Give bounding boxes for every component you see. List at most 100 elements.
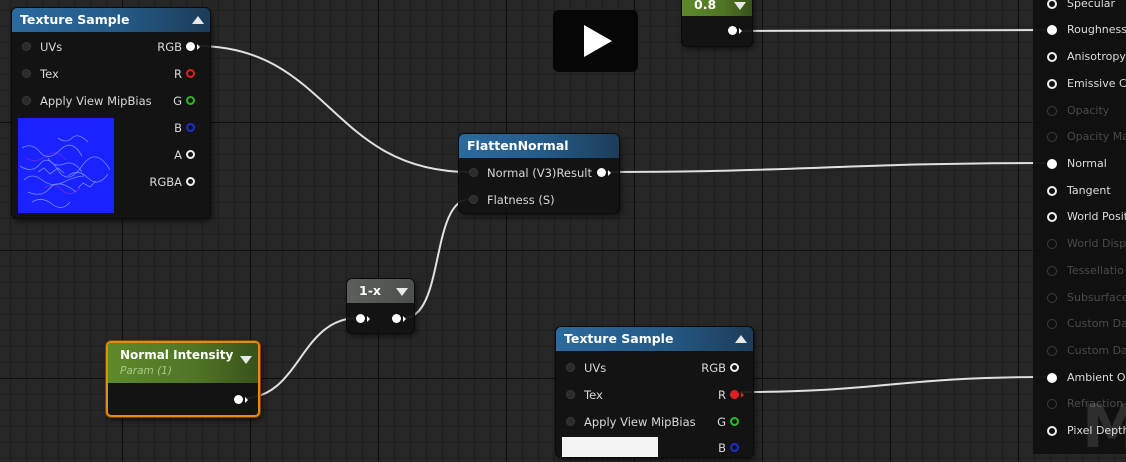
output-label-rgba: RGBA <box>149 175 182 189</box>
pin-arrow-icon <box>367 316 370 322</box>
constant-header[interactable]: 0.8 <box>682 0 752 16</box>
pin-icon <box>1047 132 1057 142</box>
input-pin-flatness[interactable] <box>469 195 478 204</box>
watermark-logo: M <box>1082 392 1126 462</box>
output-pin-b[interactable] <box>186 123 195 132</box>
output-label-b: B <box>718 441 726 455</box>
output-pin-r[interactable] <box>730 390 739 399</box>
output-label-g: G <box>717 415 726 429</box>
wire-const-to-roughness <box>739 29 1047 32</box>
node-title: 1-x <box>359 283 381 298</box>
pin-icon[interactable] <box>1047 25 1057 35</box>
node-subtitle: Param (1) <box>120 365 172 377</box>
node-title: Normal Intensity <box>120 348 234 362</box>
output-pin-rgb[interactable] <box>730 363 739 372</box>
pin-arrow-icon <box>245 397 248 403</box>
output-pin-g[interactable] <box>186 96 195 105</box>
pin-icon <box>1047 266 1057 276</box>
input-pin-normal[interactable] <box>469 168 478 177</box>
input-label-normal: Normal (V3) <box>487 166 557 180</box>
input-pin-one-minus[interactable] <box>356 314 365 323</box>
wire-result-to-normal <box>605 162 1047 173</box>
output-pin-result[interactable] <box>597 168 606 177</box>
input-label-tex: Tex <box>40 67 59 81</box>
pin-icon[interactable] <box>1047 52 1057 62</box>
input-pin-mipbias[interactable] <box>22 96 31 105</box>
input-label-mipbias: Apply View MipBias <box>584 415 696 429</box>
texture-sample-header[interactable]: Texture Sample <box>12 8 210 32</box>
dropdown-arrow-icon[interactable] <box>396 288 408 296</box>
output-pin-param[interactable] <box>234 395 243 404</box>
pin-arrow-icon <box>741 392 744 398</box>
one-minus-header[interactable]: 1-x <box>347 279 414 303</box>
output-label-rgb: RGB <box>157 40 182 54</box>
pin-icon[interactable] <box>1047 426 1057 436</box>
pin-icon[interactable] <box>1047 79 1057 89</box>
video-play-button[interactable] <box>553 10 638 72</box>
normal-intensity-param-node[interactable]: Normal Intensity Param (1) <box>106 341 260 417</box>
pin-icon[interactable] <box>1047 159 1057 169</box>
wire-r-to-ao <box>739 376 1047 393</box>
output-pin-g[interactable] <box>730 417 739 426</box>
texture-thumbnail <box>562 437 658 457</box>
node-title: Texture Sample <box>20 12 130 27</box>
pin-icon[interactable] <box>1047 373 1057 383</box>
wire-rgb-to-normal <box>196 45 471 173</box>
node-title: FlattenNormal <box>467 138 569 153</box>
dropdown-arrow-icon[interactable] <box>734 2 746 10</box>
pin-icon[interactable] <box>1047 212 1057 222</box>
input-pin-tex[interactable] <box>566 390 575 399</box>
pin-arrow-icon <box>739 28 742 34</box>
input-label-tex: Tex <box>584 388 603 402</box>
play-icon <box>584 25 612 57</box>
pin-icon[interactable] <box>1047 186 1057 196</box>
flatten-normal-node[interactable]: FlattenNormal Normal (V3) Flatness (S) R… <box>459 134 619 213</box>
input-label-mipbias: Apply View MipBias <box>40 94 152 108</box>
output-label-result: Result <box>556 166 592 180</box>
output-label-a: A <box>174 148 182 162</box>
pin-icon <box>1047 106 1057 116</box>
pin-arrow-icon <box>197 44 200 50</box>
output-label-b: B <box>174 121 182 135</box>
output-label-r: R <box>174 67 182 81</box>
output-label-g: G <box>173 94 182 108</box>
constant-node[interactable]: 0.8 <box>682 0 752 46</box>
flatten-normal-header[interactable]: FlattenNormal <box>459 134 619 158</box>
input-pin-uvs[interactable] <box>566 363 575 372</box>
output-pin-b[interactable] <box>730 443 739 452</box>
collapse-arrow-icon[interactable] <box>735 335 747 343</box>
collapse-arrow-icon[interactable] <box>192 16 204 24</box>
dropdown-arrow-icon[interactable] <box>240 356 252 364</box>
pin-arrow-icon <box>403 316 406 322</box>
node-title: Texture Sample <box>564 331 674 346</box>
output-pin-rgb[interactable] <box>186 42 195 51</box>
input-pin-mipbias[interactable] <box>566 417 575 426</box>
pin-icon <box>1047 319 1057 329</box>
texture-sample-node-1[interactable]: Texture Sample UVs Tex Apply View MipBia… <box>12 8 210 218</box>
output-label-r: R <box>718 388 726 402</box>
texture-sample-node-2[interactable]: Texture Sample UVs Tex Apply View MipBia… <box>556 327 753 457</box>
output-pin-a[interactable] <box>186 150 195 159</box>
output-label-rgb: RGB <box>701 361 726 375</box>
pin-icon <box>1047 399 1057 409</box>
pin-icon[interactable] <box>1047 0 1057 9</box>
material-result-node[interactable]: Specular Roughness Anisotropy Emissive C… <box>1033 0 1126 454</box>
param-header[interactable]: Normal Intensity Param (1) <box>108 343 258 383</box>
input-label-flatness: Flatness (S) <box>487 193 555 207</box>
input-label-uvs: UVs <box>40 40 63 54</box>
output-pin-constant[interactable] <box>728 26 737 35</box>
output-pin-one-minus[interactable] <box>392 314 401 323</box>
normal-map-thumbnail <box>18 118 114 213</box>
pin-icon <box>1047 293 1057 303</box>
texture-sample-header[interactable]: Texture Sample <box>556 327 753 351</box>
input-pin-uvs[interactable] <box>22 42 31 51</box>
one-minus-node[interactable]: 1-x <box>347 279 414 333</box>
constant-value: 0.8 <box>694 0 717 12</box>
input-pin-tex[interactable] <box>22 69 31 78</box>
pin-icon <box>1047 346 1057 356</box>
output-pin-r[interactable] <box>186 69 195 78</box>
pin-icon <box>1047 239 1057 249</box>
pin-arrow-icon <box>608 170 611 176</box>
wire-param-to-1x <box>243 317 359 399</box>
output-pin-rgba[interactable] <box>186 177 195 186</box>
